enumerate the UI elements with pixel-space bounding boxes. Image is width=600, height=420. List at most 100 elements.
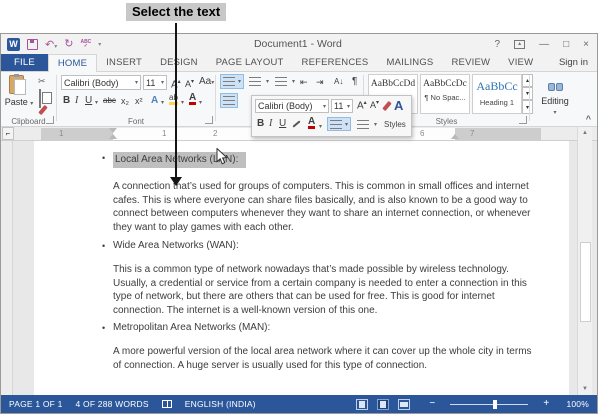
text-effects-button[interactable]: A (151, 94, 158, 108)
subscript-button[interactable]: x₂ (121, 94, 129, 108)
first-line-indent-marker[interactable] (109, 128, 117, 133)
heading[interactable]: Wide Area Networks (WAN): (113, 240, 239, 251)
maximize-button[interactable]: □ (563, 39, 569, 50)
redo-icon[interactable]: ↻ (64, 38, 73, 50)
mini-highlight-pen-icon[interactable] (292, 120, 301, 128)
mini-font-color-dropdown-icon[interactable]: ▾ (319, 123, 322, 130)
undo-dropdown-icon[interactable]: ▾ (54, 44, 57, 50)
save-icon[interactable] (27, 38, 38, 50)
tab-selector-button[interactable]: ⌐ (2, 127, 14, 140)
spelling-grammar-icon[interactable]: ABC ✓ (80, 40, 91, 49)
mini-styles-button[interactable]: Styles (384, 120, 406, 129)
change-case-button[interactable]: Aa▾ (199, 75, 214, 90)
font-color-dropdown-icon[interactable]: ▾ (199, 99, 202, 106)
language-indicator[interactable]: ENGLISH (INDIA) (185, 399, 256, 409)
numbering-button[interactable]: ▾ (248, 74, 270, 89)
find-binoculars-icon[interactable] (531, 78, 579, 96)
editing-dropdown-icon[interactable]: ▾ (531, 109, 579, 116)
shrink-font-button[interactable]: A▾ (185, 75, 194, 91)
font-name-select[interactable]: Calibri (Body) ▾ (61, 75, 141, 90)
mini-bullets-button[interactable]: ▾ (327, 117, 351, 131)
bullets-button[interactable]: ▾ (220, 74, 244, 89)
mini-grow-font-button[interactable]: A▴ (357, 99, 367, 111)
multilevel-list-button[interactable]: ▾ (274, 74, 296, 89)
tab-page-layout[interactable]: PAGE LAYOUT (207, 54, 293, 71)
style-heading-1[interactable]: AaBbCc Heading 1 (472, 74, 522, 114)
zoom-slider-thumb[interactable] (493, 399, 498, 409)
copy-icon[interactable] (39, 89, 41, 108)
editing-button[interactable]: Editing (531, 96, 579, 106)
mini-format-painter-icon[interactable] (382, 100, 392, 112)
mini-underline-button[interactable]: U (279, 118, 286, 129)
tab-file[interactable]: FILE (1, 54, 48, 71)
tab-view[interactable]: VIEW (499, 54, 542, 71)
styles-dialog-launcher-icon[interactable] (519, 116, 527, 124)
paragraph[interactable]: A more powerful version of the local are… (113, 345, 537, 372)
mini-shrink-font-button[interactable]: A▾ (370, 99, 379, 110)
increase-indent-icon[interactable]: ⇥ (316, 75, 324, 89)
help-button[interactable]: ? (495, 39, 501, 50)
tab-mailings[interactable]: MAILINGS (377, 54, 442, 71)
print-layout-button[interactable] (377, 398, 390, 410)
strikethrough-button[interactable]: abc (103, 94, 116, 108)
style-no-spacing[interactable]: AaBbCcDc ¶ No Spac... (420, 74, 470, 114)
sort-icon[interactable]: A↓ (334, 75, 343, 89)
tab-insert[interactable]: INSERT (97, 54, 151, 71)
zoom-slider[interactable] (450, 399, 529, 409)
clipboard-dialog-launcher-icon[interactable] (46, 116, 54, 124)
page-indicator[interactable]: PAGE 1 OF 1 (9, 399, 63, 409)
collapse-ribbon-icon[interactable]: ^ (586, 114, 591, 124)
paragraph[interactable]: This is a common type of network nowaday… (113, 263, 537, 317)
list-item[interactable]: • Wide Area Networks (WAN): (102, 240, 537, 251)
word-count[interactable]: 4 OF 288 WORDS (76, 399, 149, 409)
underline-dropdown-icon[interactable]: ▾ (95, 99, 98, 106)
tab-design[interactable]: DESIGN (151, 54, 207, 71)
font-dialog-launcher-icon[interactable] (205, 116, 213, 124)
mini-styles-icon[interactable]: A (394, 98, 403, 113)
font-size-select[interactable]: 11 ▾ (143, 75, 167, 90)
italic-button[interactable]: I (75, 94, 78, 108)
hanging-indent-marker[interactable] (109, 134, 117, 139)
mini-font-name-select[interactable]: Calibri (Body) ▾ (255, 99, 329, 113)
zoom-in-button[interactable]: + (543, 399, 549, 409)
show-hide-pilcrow-icon[interactable]: ¶ (352, 75, 357, 89)
scroll-down-icon[interactable]: ▼ (578, 383, 592, 395)
scroll-up-icon[interactable]: ▲ (578, 127, 592, 139)
cut-icon[interactable]: ✂ (38, 76, 46, 87)
scrollbar-thumb[interactable] (580, 242, 591, 322)
web-layout-button[interactable] (398, 398, 411, 410)
minimize-button[interactable]: — (539, 39, 549, 50)
vertical-scrollbar[interactable]: ▲ ▼ (577, 127, 592, 395)
paragraph[interactable]: A connection that’s used for groups of c… (113, 180, 537, 234)
ribbon-display-options-icon[interactable]: ▴ (514, 39, 526, 49)
highlight-dropdown-icon[interactable]: ▾ (181, 99, 184, 106)
underline-button[interactable]: U (85, 94, 92, 108)
heading[interactable]: Metropolitan Area Networks (MAN): (113, 322, 270, 333)
document-page[interactable]: • Local Area Networks (LAN): A connectio… (34, 141, 569, 395)
right-indent-marker[interactable] (451, 134, 459, 139)
font-color-button[interactable]: A (189, 93, 197, 105)
decrease-indent-icon[interactable]: ⇤ (300, 75, 308, 89)
align-left-button[interactable] (220, 93, 238, 108)
tab-review[interactable]: REVIEW (442, 54, 499, 71)
mini-font-color-button[interactable]: A (308, 117, 316, 129)
mini-bold-button[interactable]: B (257, 118, 264, 129)
mini-font-size-select[interactable]: 11 ▾ (331, 99, 353, 113)
sign-in-link[interactable]: Sign in (559, 54, 597, 71)
tab-references[interactable]: REFERENCES (293, 54, 378, 71)
mini-italic-button[interactable]: I (269, 118, 272, 129)
zoom-level[interactable]: 100% (566, 399, 589, 409)
bold-button[interactable]: B (63, 94, 70, 108)
undo-button[interactable]: ↶▾ (45, 35, 57, 53)
read-mode-button[interactable] (356, 398, 369, 410)
close-button[interactable]: × (583, 39, 589, 50)
text-effects-dropdown-icon[interactable]: ▾ (161, 99, 164, 106)
paste-button[interactable] (9, 74, 26, 95)
proofing-icon[interactable] (161, 400, 172, 408)
list-item[interactable]: • Metropolitan Area Networks (MAN): (102, 322, 537, 333)
paste-label[interactable]: Paste ▾ (1, 97, 37, 107)
tab-home[interactable]: HOME (47, 54, 98, 72)
zoom-out-button[interactable]: − (429, 399, 435, 409)
superscript-button[interactable]: x² (135, 94, 143, 108)
mini-numbering-button[interactable]: ▾ (355, 117, 379, 131)
